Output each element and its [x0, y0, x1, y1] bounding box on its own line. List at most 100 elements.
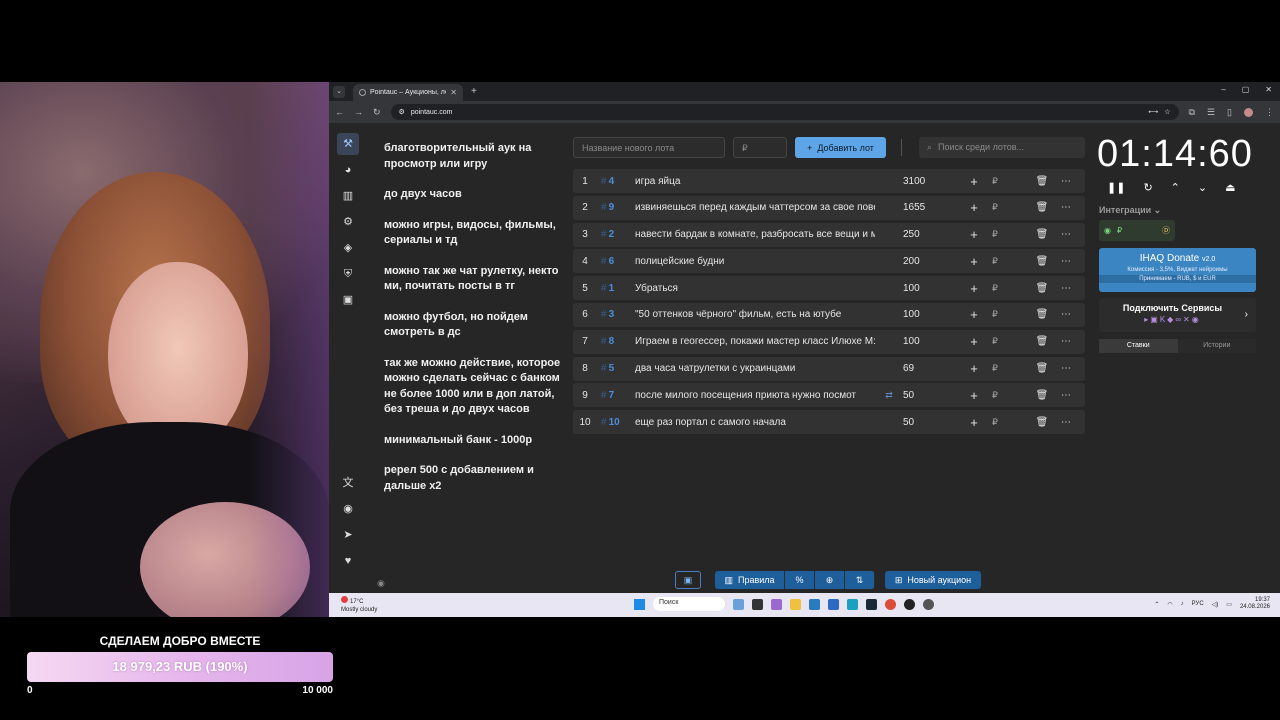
add-amount-icon[interactable]: +: [963, 388, 985, 403]
close-window-button[interactable]: ✕: [1265, 85, 1272, 94]
lang-indicator[interactable]: РУС: [1192, 601, 1204, 607]
new-lot-name-input[interactable]: Название нового лота: [573, 137, 725, 158]
profile-avatar[interactable]: [1244, 107, 1253, 117]
lot-amount[interactable]: 100: [903, 283, 963, 294]
more-options-icon[interactable]: ⋯: [1053, 309, 1079, 320]
new-lot-amount-input[interactable]: ₽: [733, 137, 787, 158]
lot-row[interactable]: 1 #4 игра яйца 3100 + ₽ 🗑 ⋯: [573, 169, 1085, 193]
lot-row[interactable]: 4 #6 полицейские будни 200 + ₽ 🗑 ⋯: [573, 249, 1085, 274]
ihaq-donate-banner[interactable]: IHAQ Donate v2.0 Комиссия - 3,5%, Виджет…: [1099, 248, 1256, 292]
add-amount-icon[interactable]: +: [963, 361, 985, 376]
address-bar[interactable]: ⚙ pointauc.com ⟷ ☆: [390, 104, 1179, 120]
lot-row[interactable]: 8 #5 два часа чатрулетки с украинцами 69 + ₽ 🗑…: [573, 356, 1085, 381]
lot-amount[interactable]: 100: [903, 336, 963, 347]
eject-icon[interactable]: ⏏: [1225, 181, 1235, 194]
pause-icon[interactable]: ❚❚: [1107, 181, 1125, 194]
weather-widget[interactable]: 17°C Mostly cloudy: [341, 596, 377, 614]
edge-icon[interactable]: [847, 598, 858, 610]
more-options-icon[interactable]: ⋯: [1053, 417, 1079, 428]
lot-row[interactable]: 10 #10 еще раз портал с самого начала 50 + ₽ 🗑…: [573, 410, 1085, 435]
delete-trash-icon[interactable]: 🗑: [1031, 283, 1053, 294]
stats-icon[interactable]: ▥: [337, 185, 359, 207]
lot-row[interactable]: 7 #8 Играем в геогессер, покажи мастер кла…: [573, 329, 1085, 354]
lot-name[interactable]: "50 оттенков чёрного" фильм, есть на юту…: [635, 309, 875, 320]
bookmark-star-icon[interactable]: ☆: [1164, 108, 1170, 116]
tab-close-icon[interactable]: ✕: [450, 88, 457, 97]
more-options-icon[interactable]: ⋯: [1053, 363, 1079, 374]
ruble-icon[interactable]: ₽: [985, 283, 1005, 294]
percent-icon[interactable]: %: [785, 571, 815, 589]
lot-name[interactable]: два часа чатрулетки с украинцами: [635, 363, 875, 374]
app-icon[interactable]: [809, 598, 820, 610]
integration-status[interactable]: ◉ ₽ Ⓓ: [1099, 220, 1175, 241]
rules-button[interactable]: ▥ Правила: [715, 571, 785, 589]
add-amount-icon[interactable]: +: [963, 415, 985, 430]
lot-name[interactable]: Играем в геогессер, покажи мастер класс …: [635, 336, 875, 347]
connect-services-card[interactable]: Подключить Сервисы ▸▣K◆∞✕◉ ›: [1099, 298, 1256, 332]
maximize-button[interactable]: ▢: [1242, 85, 1250, 94]
ruble-icon[interactable]: ₽: [985, 390, 1005, 401]
translate-language-icon[interactable]: 文: [337, 472, 359, 494]
add-amount-icon[interactable]: +: [963, 281, 985, 296]
more-options-icon[interactable]: ⋯: [1053, 176, 1079, 187]
more-options-icon[interactable]: ⋯: [1053, 229, 1079, 240]
site-info-icon[interactable]: ⚙: [399, 108, 405, 116]
shield-icon[interactable]: ⛨: [337, 263, 359, 285]
auction-hammer-icon[interactable]: ⚒: [337, 133, 359, 155]
lot-name[interactable]: извиняешься перед каждым чаттерсом за св…: [635, 202, 875, 213]
ruble-icon[interactable]: ₽: [985, 336, 1005, 347]
lot-row[interactable]: 3 #2 навести бардак в комнате, разбросать …: [573, 222, 1085, 247]
taskbar-search[interactable]: Поиск: [653, 597, 725, 611]
lot-name[interactable]: еще раз портал с самого начала: [635, 417, 875, 428]
tab-bets[interactable]: Ставки: [1099, 339, 1178, 353]
lot-name[interactable]: Убраться: [635, 283, 875, 294]
delete-trash-icon[interactable]: 🗑: [1031, 176, 1053, 187]
mic-icon[interactable]: ♪: [1181, 601, 1184, 607]
more-options-icon[interactable]: ⋯: [1053, 202, 1079, 213]
integrations-dropdown[interactable]: Интеграции ⌄: [1099, 205, 1161, 216]
lot-amount[interactable]: 100: [903, 309, 963, 320]
settings-gear-icon[interactable]: ⚙: [337, 211, 359, 233]
extensions-icon[interactable]: ⧉: [1189, 107, 1195, 118]
ruble-icon[interactable]: ₽: [985, 256, 1005, 267]
lot-amount[interactable]: 250: [903, 229, 963, 240]
github-icon[interactable]: ◉: [337, 498, 359, 520]
lot-name[interactable]: после милого посещения приюта нужно посм…: [635, 390, 875, 401]
add-amount-icon[interactable]: +: [963, 227, 985, 242]
lot-name[interactable]: игра яйца: [635, 176, 875, 187]
taskbar-clock[interactable]: 19:37 24.08.2026: [1240, 597, 1270, 611]
minimize-button[interactable]: –: [1221, 85, 1225, 94]
layers-icon[interactable]: ◈: [337, 237, 359, 259]
lot-name[interactable]: полицейские будни: [635, 256, 875, 267]
app-icon[interactable]: [752, 598, 763, 610]
telegram-icon[interactable]: ➤: [337, 524, 359, 546]
chrome-icon[interactable]: [885, 598, 896, 610]
add-amount-icon[interactable]: +: [963, 334, 985, 349]
tab-history[interactable]: Истории: [1177, 339, 1256, 353]
lot-row[interactable]: 6 #3 "50 оттенков чёрного" фильм, есть на …: [573, 302, 1085, 327]
reload-icon[interactable]: ↻: [373, 107, 381, 118]
add-lot-button[interactable]: + Добавить лот: [795, 137, 886, 158]
more-options-icon[interactable]: ⋯: [1053, 336, 1079, 347]
more-options-icon[interactable]: ⋯: [1053, 283, 1079, 294]
lot-row[interactable]: 2 #9 извиняешься перед каждым чаттерсом за…: [573, 195, 1085, 220]
ruble-icon[interactable]: ₽: [985, 417, 1005, 428]
windows-start-icon[interactable]: [634, 598, 645, 610]
volume-icon[interactable]: ◁): [1212, 601, 1219, 608]
more-options-icon[interactable]: ⋯: [1053, 256, 1079, 267]
wheel-icon[interactable]: ◕: [337, 159, 359, 181]
tray-chevron-icon[interactable]: ⌃: [1154, 601, 1159, 608]
mail-icon[interactable]: [828, 598, 839, 610]
history-icon[interactable]: ▣: [337, 289, 359, 311]
add-amount-icon[interactable]: +: [963, 200, 985, 215]
delete-trash-icon[interactable]: 🗑: [1031, 202, 1053, 213]
app-icon[interactable]: [923, 598, 934, 610]
sidebar-icon[interactable]: ▯: [1227, 107, 1232, 118]
tab-search-button[interactable]: ⌄: [333, 85, 345, 98]
lot-amount[interactable]: 50: [903, 417, 963, 428]
reset-icon[interactable]: ↻: [1143, 181, 1152, 194]
ruble-icon[interactable]: ₽: [985, 309, 1005, 320]
save-icon[interactable]: ▣: [675, 571, 701, 589]
new-auction-button[interactable]: ⊞ Новый аукцион: [885, 571, 981, 589]
sort-icon[interactable]: ⇅: [845, 571, 875, 589]
